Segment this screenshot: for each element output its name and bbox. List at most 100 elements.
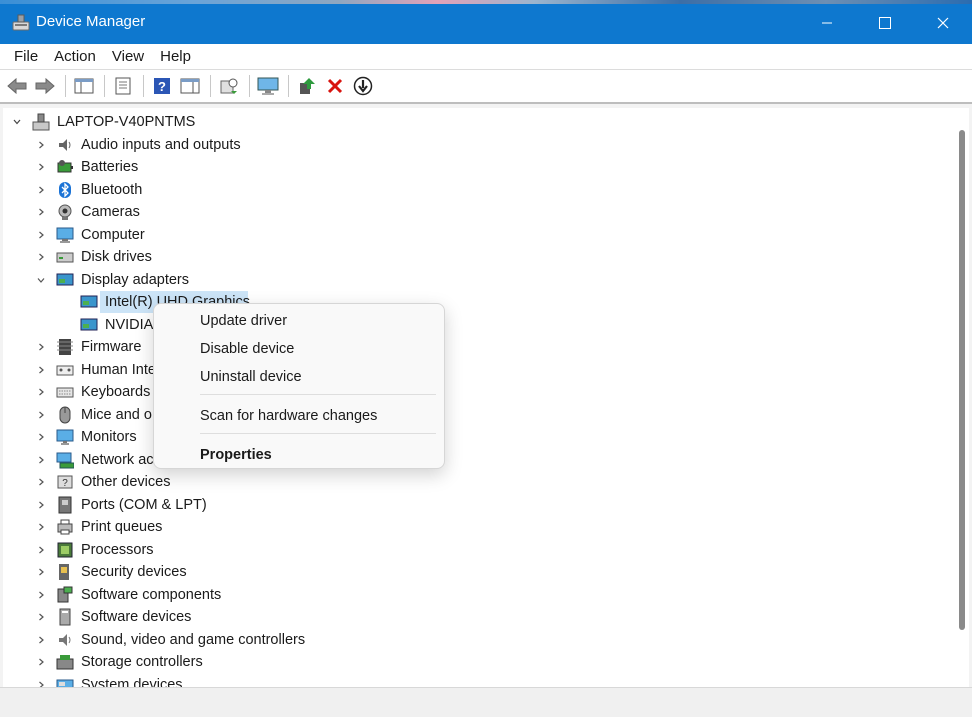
tree-category[interactable]: Security devices [3, 561, 323, 583]
chevron-right-icon[interactable] [35, 426, 47, 448]
menu-disable-device[interactable]: Disable device [154, 336, 444, 362]
scrollbar-thumb[interactable] [959, 130, 965, 630]
status-bar [0, 687, 972, 717]
tree-category-label: Audio inputs and outputs [81, 136, 241, 153]
chevron-right-icon[interactable] [35, 494, 47, 516]
chevron-right-icon[interactable] [35, 179, 47, 201]
chevron-right-icon[interactable] [35, 674, 47, 687]
back-button[interactable] [4, 73, 30, 99]
disable-device-icon [353, 76, 373, 96]
forward-button[interactable] [32, 73, 58, 99]
tree-category-label: Software components [81, 586, 222, 603]
monitor-button[interactable] [255, 73, 281, 99]
scan-hardware-button[interactable] [216, 73, 242, 99]
network-icon [56, 452, 74, 468]
menu-separator [200, 433, 436, 434]
action-pane-button[interactable] [177, 73, 203, 99]
chevron-right-icon[interactable] [35, 224, 47, 246]
minimize-icon [822, 22, 832, 24]
tree-category-label: Other devices [81, 474, 171, 490]
svg-text:?: ? [62, 478, 68, 489]
action-pane-icon [180, 78, 200, 94]
chevron-right-icon[interactable] [35, 381, 47, 403]
show-hide-console-tree-button[interactable] [71, 73, 97, 99]
menu-scan-hardware[interactable]: Scan for hardware changes [154, 403, 444, 429]
device-tree: LAPTOP-V40PNTMS Audio inputs and outputs… [3, 108, 953, 687]
port-icon [58, 496, 72, 513]
chevron-right-icon[interactable] [35, 246, 47, 268]
minimize-button[interactable] [798, 4, 856, 42]
tree-category-label: Print queues [81, 519, 163, 535]
chevron-right-icon[interactable] [35, 156, 47, 178]
menu-file[interactable]: File [6, 44, 46, 70]
menu-help[interactable]: Help [152, 44, 199, 70]
chevron-right-icon[interactable] [35, 449, 47, 471]
tree-category-label: Cameras [81, 204, 140, 220]
tree-category[interactable]: Processors [3, 539, 323, 561]
disable-device-button[interactable] [350, 73, 376, 99]
chevron-right-icon[interactable] [35, 201, 47, 223]
help-button[interactable]: ? [149, 73, 175, 99]
chevron-right-icon[interactable] [35, 584, 47, 606]
chevron-down-icon[interactable] [35, 269, 47, 291]
tree-root[interactable]: LAPTOP-V40PNTMS [3, 111, 303, 133]
tree-category[interactable]: Software components [3, 584, 323, 606]
tree-category[interactable]: Print queues [3, 516, 323, 538]
menu-properties[interactable]: Properties [154, 442, 444, 468]
tree-category-label: Software devices [81, 609, 192, 625]
software-device-icon [59, 608, 71, 626]
chevron-right-icon[interactable] [35, 629, 47, 651]
disk-drive-icon [56, 252, 74, 263]
scan-hardware-icon [220, 78, 238, 94]
battery-icon [57, 160, 73, 173]
uninstall-device-button[interactable] [322, 73, 348, 99]
menu-action[interactable]: Action [46, 44, 104, 70]
toolbar-separator [104, 75, 105, 97]
properties-icon [115, 77, 131, 95]
chevron-right-icon[interactable] [35, 539, 47, 561]
tree-category[interactable]: Computer [3, 224, 323, 246]
tree-category[interactable]: Display adapters [3, 269, 323, 291]
tree-category-label: Ports (COM & LPT) [81, 496, 207, 513]
device-manager-icon [12, 14, 30, 31]
tree-category[interactable]: Batteries [3, 156, 323, 178]
tree-category[interactable]: Storage controllers [3, 651, 323, 673]
menu-update-driver[interactable]: Update driver [154, 308, 444, 334]
toolbar-separator [288, 75, 289, 97]
chevron-right-icon[interactable] [35, 471, 47, 493]
maximize-button[interactable] [856, 4, 914, 42]
tree-category[interactable]: Software devices [3, 606, 323, 628]
chevron-down-icon[interactable] [11, 111, 23, 133]
other-devices-icon: ? [57, 475, 73, 489]
tree-category[interactable]: Bluetooth [3, 179, 323, 201]
computer-icon [56, 227, 74, 243]
tree-category[interactable]: Disk drives [3, 246, 323, 268]
tree-category[interactable]: Cameras [3, 201, 323, 223]
vertical-scrollbar[interactable] [953, 108, 969, 687]
menu-uninstall-device[interactable]: Uninstall device [154, 364, 444, 390]
chevron-right-icon[interactable] [35, 516, 47, 538]
chevron-right-icon[interactable] [35, 359, 47, 381]
display-adapter-icon [56, 273, 74, 285]
update-driver-button[interactable] [294, 73, 320, 99]
show-hide-console-tree-icon [74, 78, 94, 94]
tree-category[interactable]: Ports (COM & LPT) [3, 494, 323, 516]
hid-icon [56, 365, 74, 375]
chevron-right-icon[interactable] [35, 404, 47, 426]
menu-view[interactable]: View [104, 44, 152, 70]
chevron-right-icon[interactable] [35, 134, 47, 156]
chevron-right-icon[interactable] [35, 561, 47, 583]
chevron-right-icon[interactable] [35, 336, 47, 358]
tree-category[interactable]: Sound, video and game controllers [3, 629, 323, 651]
tree-category[interactable]: Audio inputs and outputs [3, 134, 323, 156]
tree-category[interactable]: System devices [3, 674, 323, 687]
tree-category-label: Firmware [81, 339, 142, 355]
firmware-icon [57, 339, 73, 355]
chevron-right-icon[interactable] [35, 606, 47, 628]
properties-button[interactable] [110, 73, 136, 99]
keyboard-icon [56, 387, 74, 398]
close-button[interactable] [914, 4, 972, 42]
close-icon [937, 17, 949, 29]
chevron-right-icon[interactable] [35, 651, 47, 673]
tree-category[interactable]: ? Other devices [3, 471, 323, 493]
